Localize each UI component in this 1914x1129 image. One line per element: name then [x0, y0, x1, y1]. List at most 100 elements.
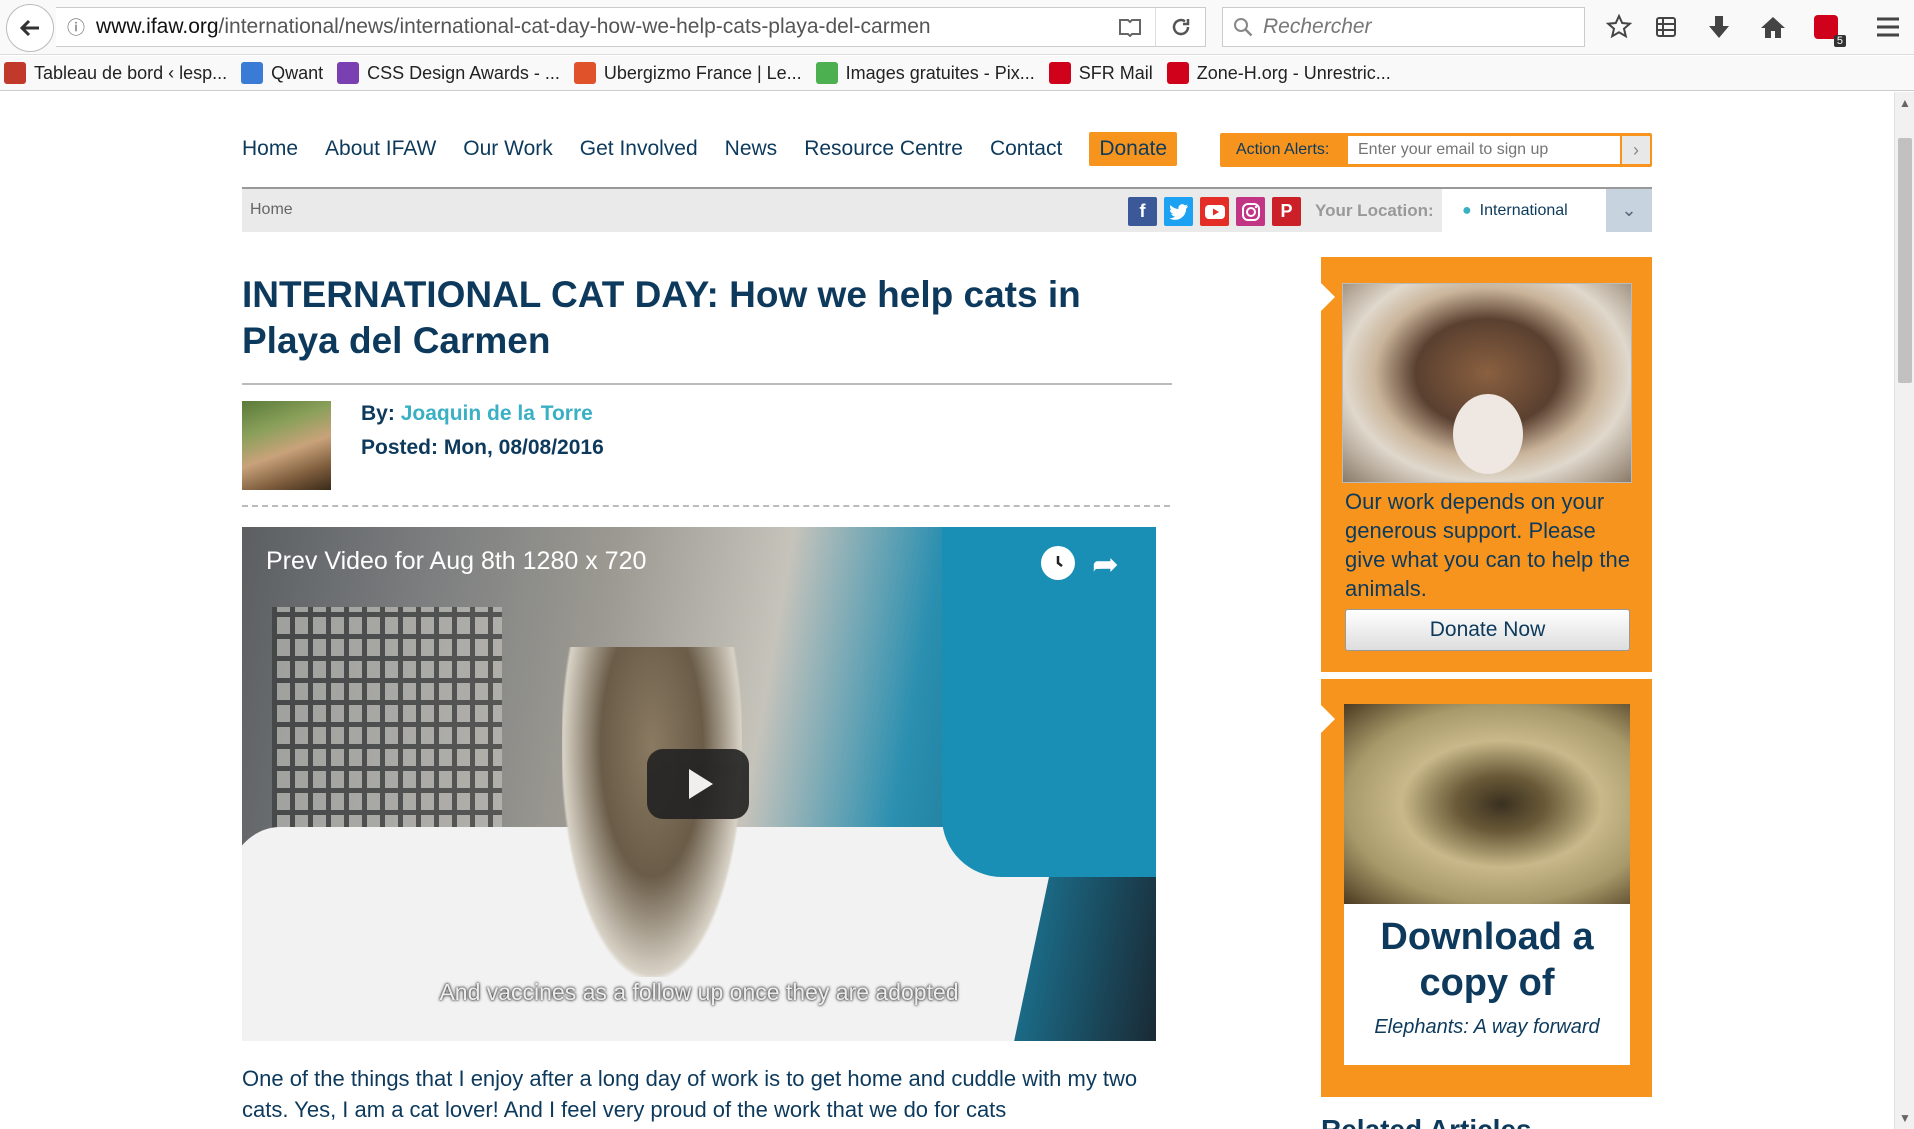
byline: By: Joaquin de la Torre [361, 402, 593, 426]
url-text[interactable]: www.ifaw.org/international/news/internat… [96, 15, 1105, 39]
page-content: Home About IFAW Our Work Get Involved News Re… [0, 92, 1894, 1129]
nav-item-our-work[interactable]: Our Work [463, 137, 552, 161]
facebook-icon[interactable]: f [1128, 197, 1157, 226]
extension-icon[interactable]: 5 [1810, 11, 1846, 47]
bookmark-label: Zone-H.org - Unrestric... [1196, 62, 1391, 83]
download-card[interactable]: Download a copy of Elephants: A way forw… [1344, 704, 1630, 1065]
favicon-icon [1048, 62, 1071, 84]
title-divider [242, 383, 1172, 385]
download-promo[interactable]: Download a copy of Elephants: A way forw… [1321, 679, 1652, 1097]
back-button[interactable] [6, 4, 54, 52]
location-selector[interactable]: ● International [1442, 189, 1606, 232]
action-alerts-label: Action Alerts: [1236, 141, 1330, 158]
by-label: By: [361, 402, 395, 425]
email-signup-input[interactable] [1348, 136, 1620, 164]
bookmark-item[interactable]: Zone-H.org - Unrestric... [1166, 62, 1391, 84]
download-heading: Download a copy of [1380, 916, 1594, 1004]
author-link[interactable]: Joaquin de la Torre [401, 402, 593, 425]
video-title[interactable]: Prev Video for Aug 8th 1280 x 720 [266, 547, 646, 576]
puppy-image [1342, 283, 1632, 483]
posted-date: Posted: Mon, 08/08/2016 [361, 436, 604, 459]
menu-icon[interactable] [1872, 11, 1904, 43]
nav-donate-button[interactable]: Donate [1089, 132, 1178, 166]
bookmark-label: Images gratuites - Pix... [845, 62, 1035, 83]
nav-item-about-ifaw[interactable]: About IFAW [325, 137, 436, 161]
scroll-down-icon[interactable]: ▼ [1899, 1111, 1911, 1125]
bookmark-label: Qwant [271, 62, 324, 83]
social-links: f P [1128, 197, 1308, 226]
nav-item-contact[interactable]: Contact [990, 137, 1062, 161]
page-scrollbar[interactable]: ▲ ▼ [1894, 92, 1914, 1129]
play-button[interactable] [647, 749, 749, 819]
action-alerts: Action Alerts: › [1220, 133, 1652, 167]
extension-badge: 5 [1833, 35, 1846, 47]
donate-now-button[interactable]: Donate Now [1345, 609, 1630, 651]
article-body: One of the things that I enjoy after a l… [242, 1066, 1138, 1122]
author-avatar [242, 401, 331, 490]
reader-view-icon[interactable] [1105, 8, 1155, 46]
favicon-icon [337, 62, 360, 84]
elephant-image [1344, 704, 1630, 904]
bookmark-label: Ubergizmo France | Le... [603, 62, 802, 83]
nav-item-get-involved[interactable]: Get Involved [580, 137, 698, 161]
byline-divider [242, 505, 1170, 507]
favicon-icon [241, 62, 264, 84]
support-text: Our work depends on your generous suppor… [1345, 489, 1630, 601]
favicon-icon [1166, 62, 1189, 84]
scrollbar-thumb[interactable] [1898, 138, 1912, 383]
youtube-icon[interactable] [1200, 197, 1229, 226]
instagram-icon[interactable] [1236, 197, 1265, 226]
location-label: Your Location: [1315, 201, 1434, 220]
scroll-up-icon[interactable]: ▲ [1899, 96, 1911, 110]
donate-promo: Our work depends on your generous suppor… [1321, 257, 1652, 672]
favicon-icon [4, 62, 26, 84]
download-subtitle: Elephants: A way forward [1374, 1016, 1600, 1038]
video-caption: And vaccines as a follow up once they ar… [439, 979, 959, 1005]
browser-toolbar: ⓘ www.ifaw.org/international/news/intern… [0, 0, 1914, 55]
main-nav: Home About IFAW Our Work Get Involved News Re… [242, 132, 1178, 166]
download-icon[interactable] [1703, 11, 1735, 43]
bookmark-item[interactable]: Ubergizmo France | Le... [573, 62, 802, 84]
favicon-icon [573, 62, 596, 84]
nav-item-resource-centre[interactable]: Resource Centre [804, 137, 963, 161]
promo-notch [1321, 283, 1335, 311]
bookmark-label: CSS Design Awards - ... [367, 62, 560, 83]
back-arrow-icon [19, 19, 39, 37]
breadcrumb-bar: Home f P Your Location: ● International … [242, 187, 1652, 232]
bookmark-item[interactable]: Tableau de bord ‹ lesp... [4, 62, 227, 84]
watch-later-icon[interactable] [1041, 546, 1075, 580]
video-frame-cage [272, 607, 502, 837]
url-bar[interactable]: ⓘ www.ifaw.org/international/news/intern… [56, 7, 1206, 47]
location-value: International [1479, 201, 1568, 219]
video-frame-person [942, 527, 1156, 877]
bookmark-item[interactable]: CSS Design Awards - ... [337, 62, 560, 84]
breadcrumb-home[interactable]: Home [250, 201, 293, 219]
favicon-icon [815, 62, 838, 84]
chevron-down-icon: ⌄ [1621, 200, 1637, 220]
info-icon[interactable]: ⓘ [56, 14, 96, 40]
article-title: INTERNATIONAL CAT DAY: How we help cats … [242, 274, 1081, 361]
url-path: /international/news/international-cat-da… [218, 15, 931, 38]
search-placeholder: Rechercher [1263, 15, 1372, 38]
signup-submit-button[interactable]: › [1622, 136, 1650, 164]
share-icon[interactable]: ➦ [1092, 545, 1119, 583]
search-icon [1234, 18, 1253, 37]
bookmark-item[interactable]: Qwant [241, 62, 323, 84]
video-player[interactable]: Prev Video for Aug 8th 1280 x 720 ➦ And … [242, 527, 1156, 1041]
nav-item-home[interactable]: Home [242, 137, 298, 161]
bookmark-item[interactable]: SFR Mail [1048, 62, 1153, 84]
bookmark-label: SFR Mail [1078, 62, 1153, 83]
search-bar[interactable]: Rechercher [1222, 7, 1585, 47]
reload-icon[interactable] [1155, 8, 1205, 46]
pinterest-icon[interactable]: P [1272, 197, 1301, 226]
twitter-icon[interactable] [1164, 197, 1193, 226]
library-icon[interactable] [1650, 11, 1682, 43]
nav-item-news[interactable]: News [725, 137, 778, 161]
url-domain: www.ifaw.org [96, 15, 219, 38]
chevron-right-icon: › [1633, 139, 1639, 160]
bookmark-item[interactable]: Images gratuites - Pix... [815, 62, 1035, 84]
home-icon[interactable] [1757, 11, 1789, 43]
location-dropdown-button[interactable]: ⌄ [1606, 189, 1652, 232]
globe-icon: ● [1462, 201, 1472, 219]
bookmark-star-icon[interactable] [1603, 11, 1635, 43]
